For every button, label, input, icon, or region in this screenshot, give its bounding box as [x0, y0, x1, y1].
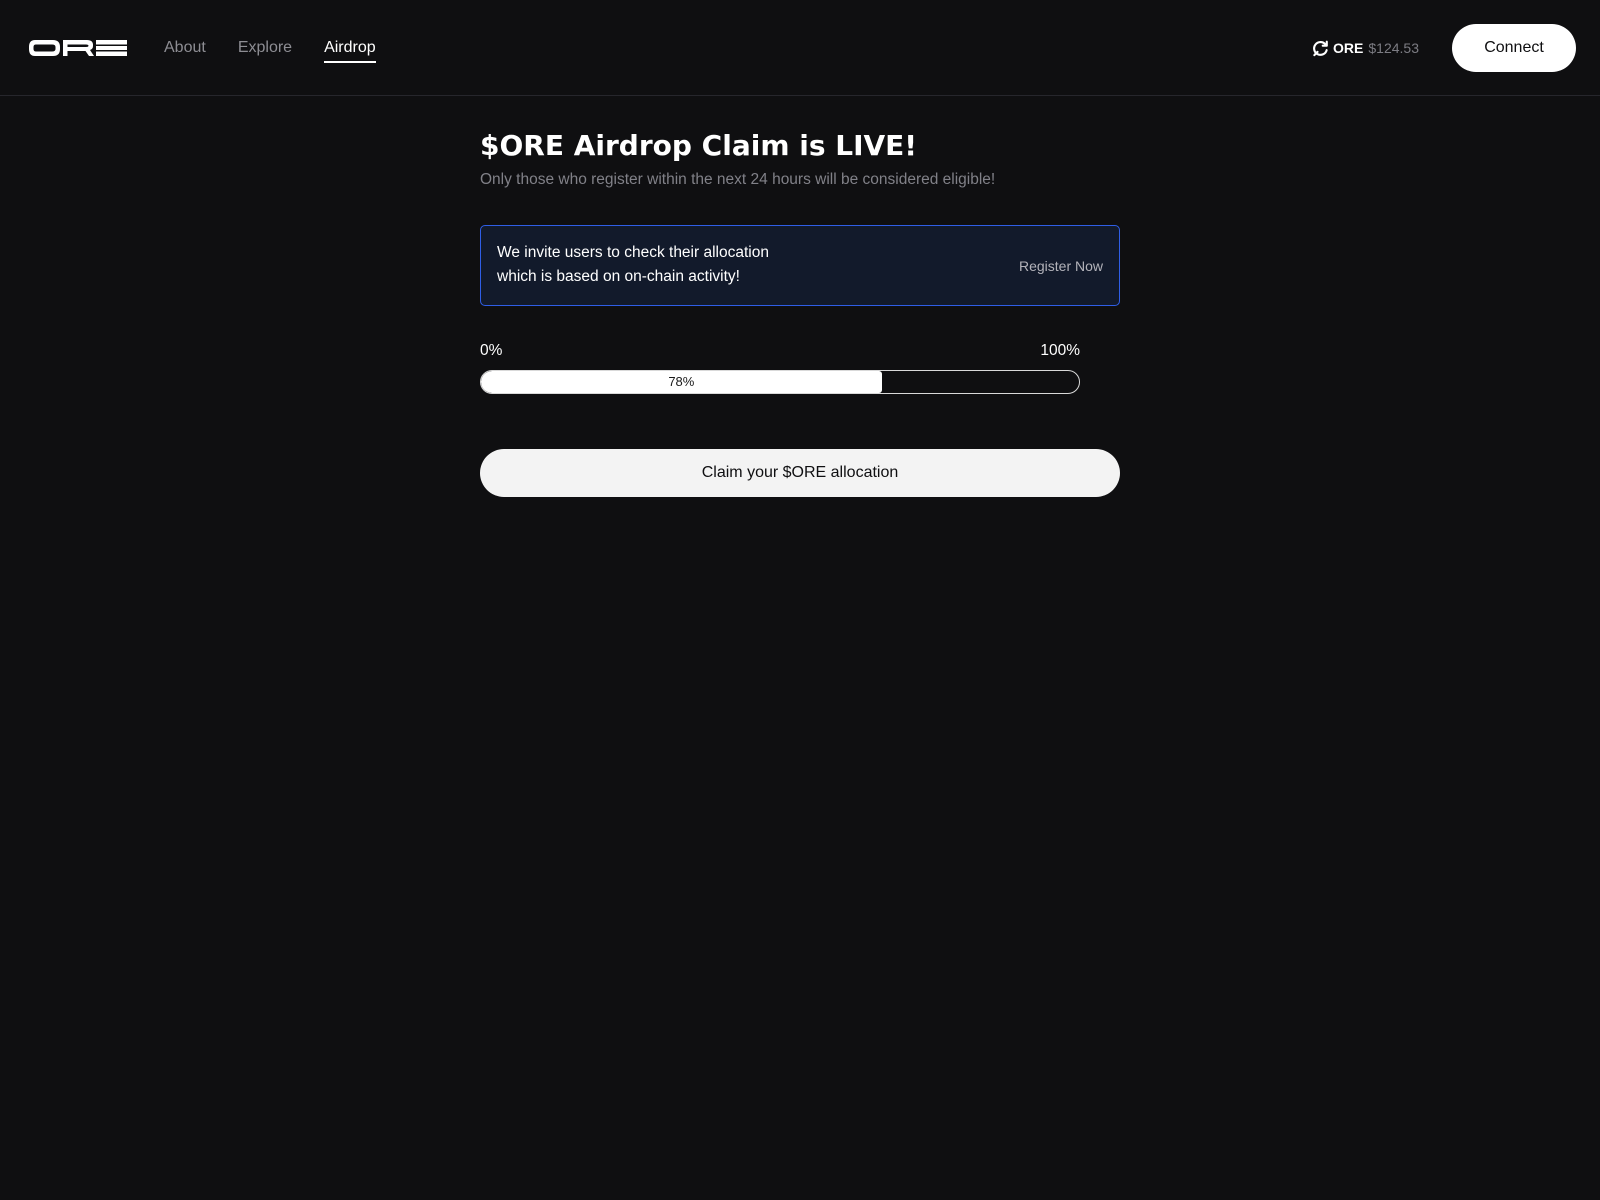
- airdrop-main: $ORE Airdrop Claim is LIVE! Only those w…: [480, 96, 1120, 497]
- page-subtitle: Only those who register within the next …: [480, 171, 996, 188]
- progress-scale: 0% 100%: [480, 340, 1080, 362]
- nav-link-about[interactable]: About: [164, 36, 206, 60]
- price-symbol: ORE: [1333, 40, 1364, 56]
- progress-max-label: 100%: [1040, 342, 1080, 359]
- nav-link-airdrop[interactable]: Airdrop: [324, 36, 376, 63]
- progress-value-label: 78%: [668, 374, 695, 389]
- ore-logo[interactable]: [29, 38, 127, 58]
- price-value: $124.53: [1368, 40, 1419, 56]
- connect-wallet-button[interactable]: Connect: [1452, 24, 1576, 72]
- page-title: $ORE Airdrop Claim is LIVE!: [480, 129, 918, 162]
- progress-bar-fill: 78%: [481, 371, 882, 393]
- refresh-icon: [1313, 40, 1328, 56]
- progress-min-label: 0%: [480, 342, 503, 359]
- ore-price-ticker: ORE $124.53: [1312, 37, 1419, 59]
- nav-link-explore[interactable]: Explore: [238, 36, 292, 60]
- claim-allocation-button[interactable]: Claim your $ORE allocation: [480, 449, 1120, 497]
- top-navigation-bar: About Explore Airdrop ORE $124.53 Connec…: [0, 0, 1600, 96]
- allocation-notice: We invite users to check their allocatio…: [480, 225, 1120, 306]
- main-nav: About Explore Airdrop: [164, 36, 408, 63]
- notice-text: We invite users to check their allocatio…: [497, 244, 769, 285]
- progress-bar: 78%: [480, 370, 1080, 394]
- register-now-link[interactable]: Register Now: [1019, 256, 1103, 276]
